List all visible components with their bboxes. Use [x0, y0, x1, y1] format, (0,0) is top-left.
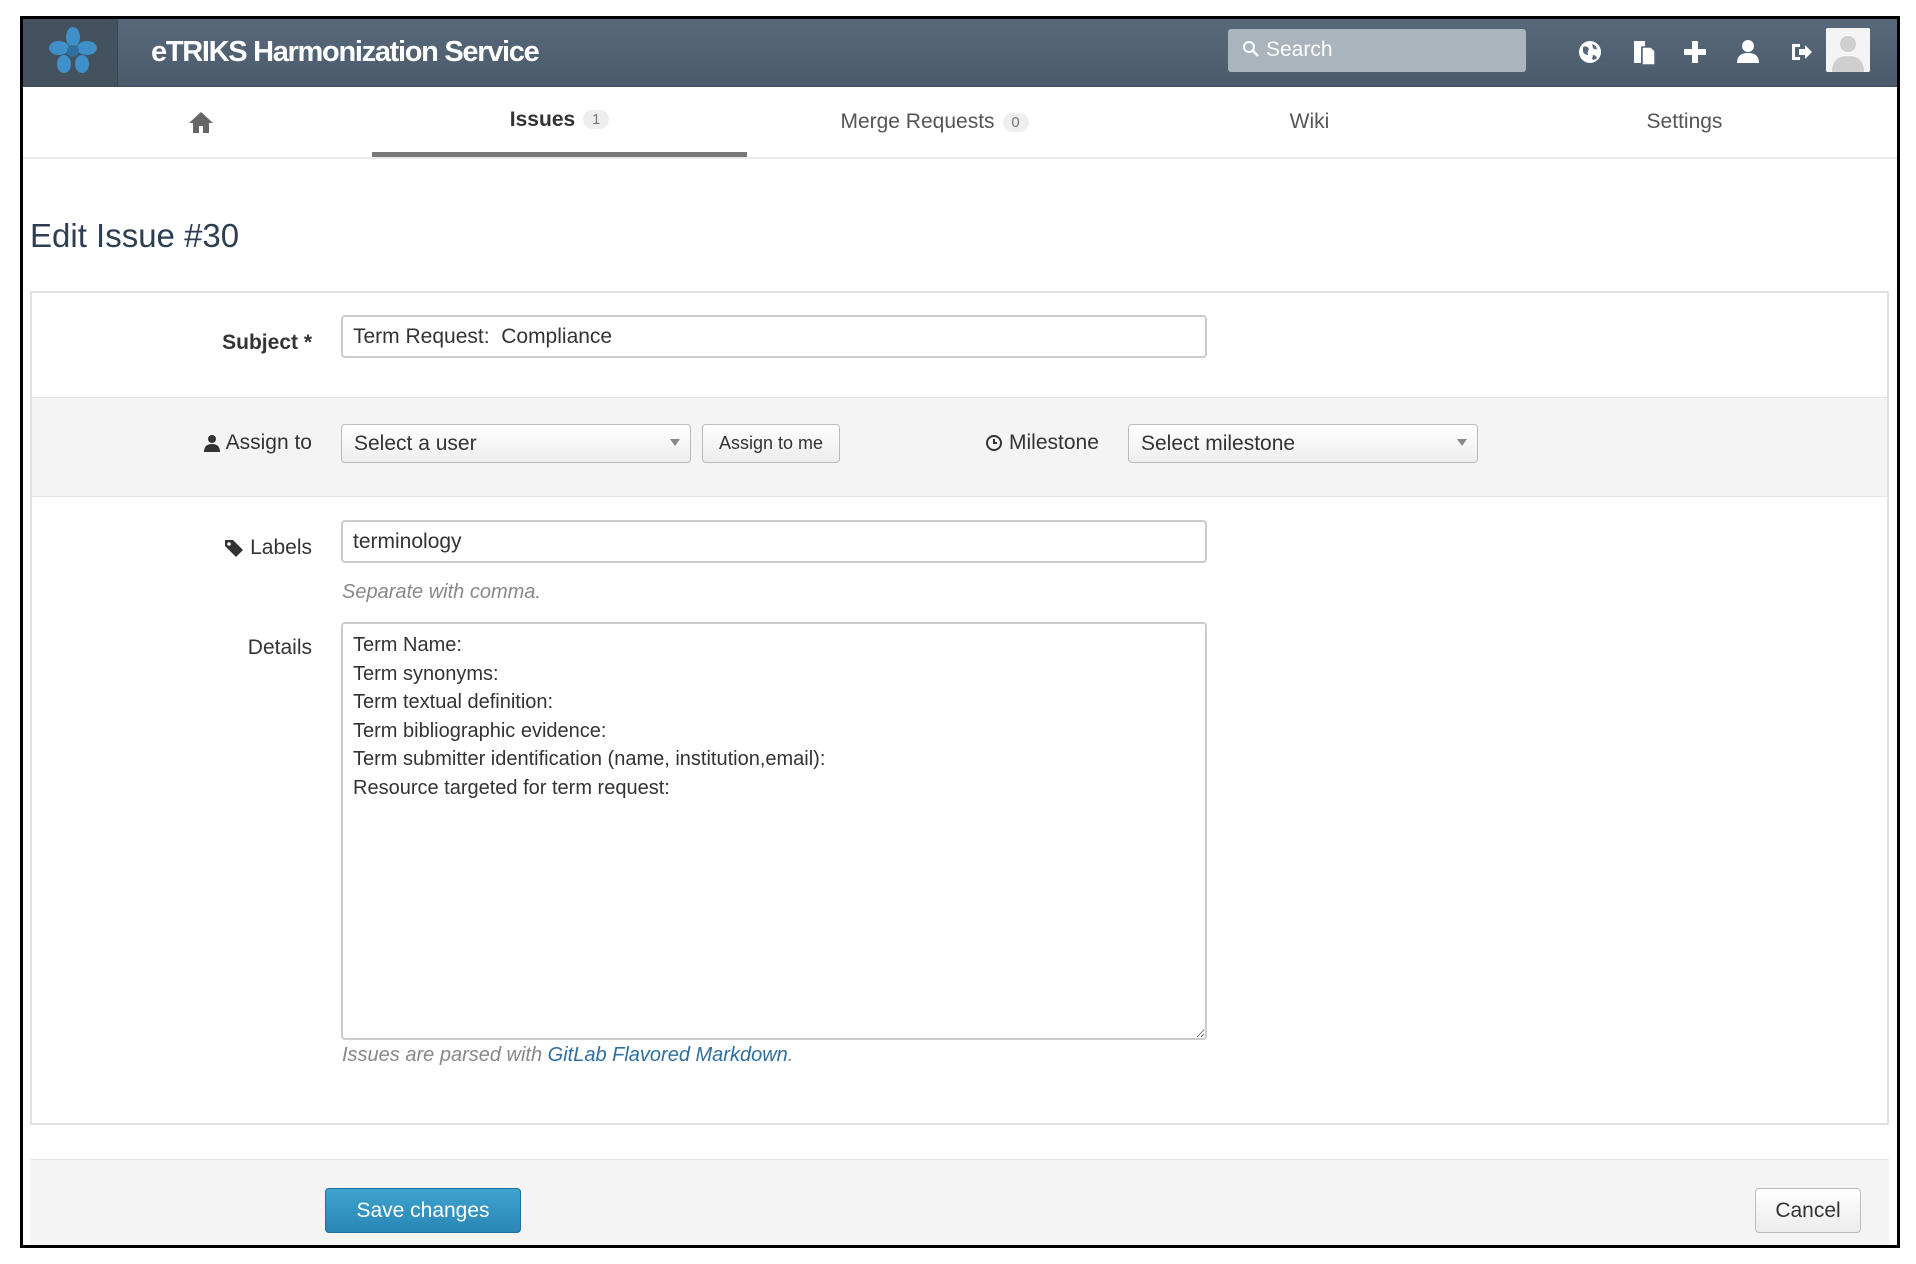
- save-changes-button[interactable]: Save changes: [325, 1188, 521, 1233]
- app-title[interactable]: eTRIKS Harmonization Service: [151, 36, 540, 69]
- milestone-select[interactable]: Select milestone: [1128, 424, 1478, 463]
- form-actions: Save changes Cancel: [30, 1159, 1889, 1245]
- tab-wiki-label: Wiki: [1289, 110, 1330, 133]
- avatar[interactable]: [1826, 28, 1870, 72]
- tab-settings-label: Settings: [1646, 110, 1723, 133]
- clock-icon: [986, 435, 1002, 451]
- logo[interactable]: [23, 19, 118, 86]
- project-tabs: Issues 1 Merge Requests 0 Wiki Settings: [23, 87, 1897, 159]
- plus-icon[interactable]: [1678, 35, 1712, 69]
- tab-merge-requests-label: Merge Requests: [840, 110, 995, 133]
- default-avatar-icon: [1826, 28, 1870, 72]
- markdown-help-text: Issues are parsed with GitLab Flavored M…: [342, 1044, 794, 1066]
- search-box[interactable]: [1228, 29, 1526, 72]
- details-textarea[interactable]: Term Name: Term synonyms: Term textual d…: [341, 622, 1207, 1040]
- tab-home[interactable]: [23, 87, 378, 157]
- flower-logo-icon: [49, 27, 97, 73]
- home-icon: [188, 112, 213, 133]
- search-input[interactable]: [1266, 37, 1516, 63]
- user-icon[interactable]: [1731, 35, 1765, 69]
- cancel-button[interactable]: Cancel: [1755, 1188, 1861, 1233]
- assign-milestone-row: Assign to Select a user Assign to me Mil…: [32, 397, 1887, 497]
- assign-to-me-button[interactable]: Assign to me: [702, 424, 841, 463]
- tab-wiki[interactable]: Wiki: [1122, 87, 1497, 157]
- labels-label: Labels: [224, 536, 312, 560]
- assign-to-label: Assign to: [203, 431, 312, 455]
- copy-icon[interactable]: [1626, 35, 1660, 69]
- details-label: Details: [247, 636, 312, 659]
- tab-settings[interactable]: Settings: [1497, 87, 1872, 157]
- tab-merge-requests[interactable]: Merge Requests 0: [747, 87, 1122, 157]
- chevron-down-icon: [670, 439, 680, 446]
- subject-input[interactable]: [341, 315, 1207, 358]
- labels-input[interactable]: [341, 520, 1207, 563]
- globe-icon[interactable]: [1573, 35, 1607, 69]
- search-icon: [1243, 41, 1259, 57]
- top-navbar: eTRIKS Harmonization Service: [23, 19, 1897, 87]
- tab-issues[interactable]: Issues 1: [372, 87, 747, 157]
- chevron-down-icon: [1457, 439, 1467, 446]
- sign-out-icon[interactable]: [1784, 35, 1818, 69]
- assignee-select[interactable]: Select a user: [341, 424, 691, 463]
- browser-frame: eTRIKS Harmonization Service Search Issu…: [20, 16, 1900, 1248]
- edit-issue-form: Subject * Assign to Select a user Assign…: [30, 291, 1889, 1125]
- issues-count-badge: 1: [583, 110, 610, 129]
- page-title: Edit Issue #30: [30, 217, 240, 254]
- milestone-label: Milestone: [985, 431, 1099, 455]
- subject-label: Subject *: [222, 331, 312, 354]
- merge-requests-count-badge: 0: [1002, 112, 1029, 132]
- labels-help-text: Separate with comma.: [342, 581, 541, 603]
- tab-issues-label: Issues: [509, 107, 576, 131]
- gitlab-markdown-link[interactable]: GitLab Flavored Markdown: [548, 1044, 788, 1066]
- tag-icon: [225, 540, 244, 557]
- user-icon: [203, 435, 220, 452]
